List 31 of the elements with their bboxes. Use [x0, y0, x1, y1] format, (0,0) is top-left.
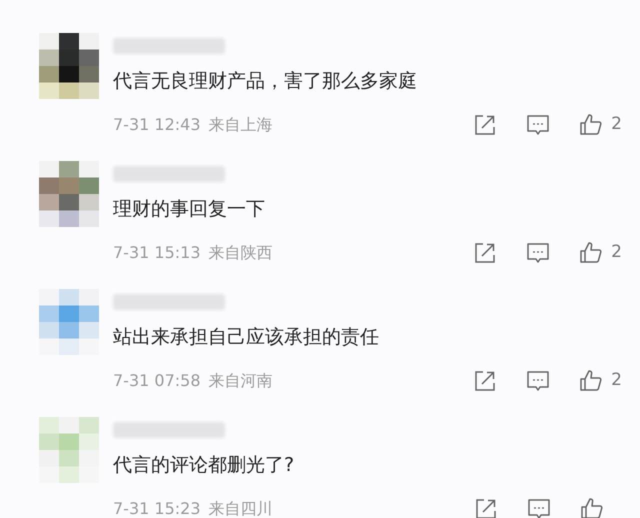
- thumbs-up-icon[interactable]: [580, 497, 604, 518]
- comment-text: 代言无良理财产品，害了那么多家庭: [113, 69, 418, 94]
- avatar: [37, 417, 101, 483]
- thumbs-up-icon[interactable]: [579, 113, 604, 137]
- thumbs-up-icon[interactable]: [579, 369, 604, 393]
- comment-icon[interactable]: [526, 369, 550, 393]
- like-count: 2: [611, 369, 622, 392]
- comment-icon[interactable]: [526, 241, 550, 265]
- comment-text: 代言的评论都删光了?: [113, 453, 296, 478]
- like-count: 2: [611, 113, 622, 136]
- avatar: [37, 33, 101, 99]
- share-icon[interactable]: [474, 497, 498, 518]
- comment-icon[interactable]: [526, 113, 550, 137]
- like-count: 2: [611, 241, 622, 264]
- comment-location: 来自四川: [208, 498, 273, 518]
- avatar: [37, 161, 101, 227]
- comment-time: 7-31 07:58: [113, 370, 201, 392]
- comment-icon[interactable]: [527, 497, 551, 518]
- comment-location: 来自河南: [208, 370, 273, 392]
- thumbs-up-icon[interactable]: [579, 241, 604, 265]
- share-icon[interactable]: [473, 241, 498, 265]
- comment-text: 站出来承担自己应该承担的责任: [113, 325, 380, 350]
- comment-time: 7-31 15:23: [113, 498, 201, 518]
- comment-text: 理财的事回复一下: [113, 197, 266, 222]
- comment-location: 来自陕西: [208, 242, 273, 264]
- share-icon[interactable]: [473, 113, 498, 137]
- comment-time: 7-31 15:13: [113, 242, 201, 264]
- avatar: [37, 289, 101, 355]
- comment-time: 7-31 12:43: [113, 114, 201, 136]
- comment-location: 来自上海: [208, 114, 273, 136]
- share-icon[interactable]: [473, 369, 498, 393]
